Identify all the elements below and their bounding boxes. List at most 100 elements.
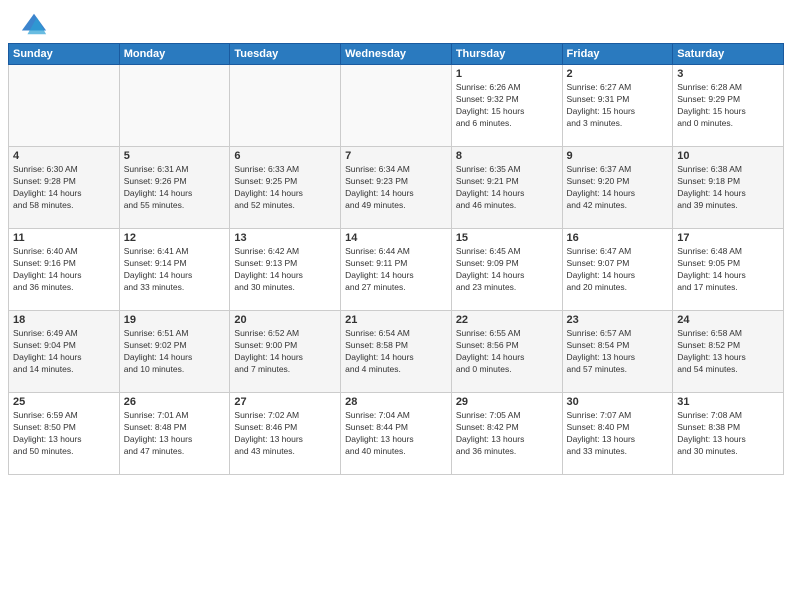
calendar-day-header: Monday (119, 44, 230, 65)
day-number: 14 (345, 232, 447, 244)
day-number: 26 (124, 396, 226, 408)
calendar-wrapper: SundayMondayTuesdayWednesdayThursdayFrid… (0, 43, 792, 475)
day-info: Sunrise: 6:47 AM Sunset: 9:07 PM Dayligh… (567, 246, 669, 294)
day-info: Sunrise: 6:57 AM Sunset: 8:54 PM Dayligh… (567, 328, 669, 376)
day-info: Sunrise: 6:59 AM Sunset: 8:50 PM Dayligh… (13, 410, 115, 458)
day-info: Sunrise: 6:30 AM Sunset: 9:28 PM Dayligh… (13, 164, 115, 212)
calendar-day-cell: 4 Sunrise: 6:30 AM Sunset: 9:28 PM Daylig… (9, 147, 120, 229)
day-info: Sunrise: 6:49 AM Sunset: 9:04 PM Dayligh… (13, 328, 115, 376)
day-number: 17 (677, 232, 779, 244)
calendar-week-row: 4 Sunrise: 6:30 AM Sunset: 9:28 PM Daylig… (9, 147, 784, 229)
day-number: 15 (456, 232, 558, 244)
day-number: 4 (13, 150, 115, 162)
calendar-day-cell: 10Sunrise: 6:38 AM Sunset: 9:18 PM Dayli… (673, 147, 784, 229)
day-number: 5 (124, 150, 226, 162)
day-info: Sunrise: 7:07 AM Sunset: 8:40 PM Dayligh… (567, 410, 669, 458)
calendar-day-cell: 20Sunrise: 6:52 AM Sunset: 9:00 PM Dayli… (230, 311, 341, 393)
day-number: 29 (456, 396, 558, 408)
calendar-day-header: Wednesday (341, 44, 452, 65)
day-info: Sunrise: 7:01 AM Sunset: 8:48 PM Dayligh… (124, 410, 226, 458)
calendar-day-cell: 21 Sunrise: 6:54 AM Sunset: 8:58 PM Dayli… (341, 311, 452, 393)
calendar-day-cell: 8 Sunrise: 6:35 AM Sunset: 9:21 PM Daylig… (451, 147, 562, 229)
day-info: Sunrise: 6:28 AM Sunset: 9:29 PM Dayligh… (677, 82, 779, 130)
day-number: 1 (456, 68, 558, 80)
calendar-day-cell: 29 Sunrise: 7:05 AM Sunset: 8:42 PM Dayli… (451, 393, 562, 475)
logo-icon (20, 10, 48, 38)
day-number: 27 (234, 396, 336, 408)
day-number: 7 (345, 150, 447, 162)
day-info: Sunrise: 7:04 AM Sunset: 8:44 PM Dayligh… (345, 410, 447, 458)
calendar-day-cell: 15 Sunrise: 6:45 AM Sunset: 9:09 PM Dayli… (451, 229, 562, 311)
calendar-day-header: Sunday (9, 44, 120, 65)
day-number: 31 (677, 396, 779, 408)
day-info: Sunrise: 7:08 AM Sunset: 8:38 PM Dayligh… (677, 410, 779, 458)
calendar-day-cell (341, 65, 452, 147)
calendar-day-cell: 30 Sunrise: 7:07 AM Sunset: 8:40 PM Dayli… (562, 393, 673, 475)
day-number: 9 (567, 150, 669, 162)
calendar-day-cell (230, 65, 341, 147)
day-info: Sunrise: 6:51 AM Sunset: 9:02 PM Dayligh… (124, 328, 226, 376)
day-info: Sunrise: 6:26 AM Sunset: 9:32 PM Dayligh… (456, 82, 558, 130)
day-number: 12 (124, 232, 226, 244)
calendar-day-cell: 11Sunrise: 6:40 AM Sunset: 9:16 PM Dayli… (9, 229, 120, 311)
calendar-day-cell: 13Sunrise: 6:42 AM Sunset: 9:13 PM Dayli… (230, 229, 341, 311)
calendar-day-header: Tuesday (230, 44, 341, 65)
calendar-day-cell: 23Sunrise: 6:57 AM Sunset: 8:54 PM Dayli… (562, 311, 673, 393)
calendar-day-cell: 6Sunrise: 6:33 AM Sunset: 9:25 PM Daylig… (230, 147, 341, 229)
day-number: 20 (234, 314, 336, 326)
day-info: Sunrise: 6:27 AM Sunset: 9:31 PM Dayligh… (567, 82, 669, 130)
day-info: Sunrise: 7:05 AM Sunset: 8:42 PM Dayligh… (456, 410, 558, 458)
calendar-day-cell: 31 Sunrise: 7:08 AM Sunset: 8:38 PM Dayli… (673, 393, 784, 475)
calendar-day-header: Saturday (673, 44, 784, 65)
day-number: 21 (345, 314, 447, 326)
day-number: 19 (124, 314, 226, 326)
calendar-day-cell: 17 Sunrise: 6:48 AM Sunset: 9:05 PM Dayli… (673, 229, 784, 311)
calendar-week-row: 18 Sunrise: 6:49 AM Sunset: 9:04 PM Dayli… (9, 311, 784, 393)
calendar-day-cell: 14 Sunrise: 6:44 AM Sunset: 9:11 PM Dayli… (341, 229, 452, 311)
day-info: Sunrise: 6:48 AM Sunset: 9:05 PM Dayligh… (677, 246, 779, 294)
day-number: 8 (456, 150, 558, 162)
calendar-day-cell: 18 Sunrise: 6:49 AM Sunset: 9:04 PM Dayli… (9, 311, 120, 393)
day-info: Sunrise: 6:33 AM Sunset: 9:25 PM Dayligh… (234, 164, 336, 212)
calendar-week-row: 1 Sunrise: 6:26 AM Sunset: 9:32 PM Daylig… (9, 65, 784, 147)
day-number: 22 (456, 314, 558, 326)
calendar-day-cell (119, 65, 230, 147)
calendar-day-header: Friday (562, 44, 673, 65)
day-number: 30 (567, 396, 669, 408)
calendar-day-cell: 26 Sunrise: 7:01 AM Sunset: 8:48 PM Dayli… (119, 393, 230, 475)
day-number: 3 (677, 68, 779, 80)
calendar-week-row: 25 Sunrise: 6:59 AM Sunset: 8:50 PM Dayli… (9, 393, 784, 475)
day-info: Sunrise: 6:44 AM Sunset: 9:11 PM Dayligh… (345, 246, 447, 294)
day-info: Sunrise: 6:41 AM Sunset: 9:14 PM Dayligh… (124, 246, 226, 294)
day-number: 18 (13, 314, 115, 326)
calendar-day-cell: 12 Sunrise: 6:41 AM Sunset: 9:14 PM Dayli… (119, 229, 230, 311)
day-info: Sunrise: 6:31 AM Sunset: 9:26 PM Dayligh… (124, 164, 226, 212)
calendar-day-header: Thursday (451, 44, 562, 65)
day-info: Sunrise: 6:34 AM Sunset: 9:23 PM Dayligh… (345, 164, 447, 212)
day-info: Sunrise: 6:54 AM Sunset: 8:58 PM Dayligh… (345, 328, 447, 376)
calendar-table: SundayMondayTuesdayWednesdayThursdayFrid… (8, 43, 784, 475)
day-number: 16 (567, 232, 669, 244)
calendar-day-cell: 2 Sunrise: 6:27 AM Sunset: 9:31 PM Daylig… (562, 65, 673, 147)
day-info: Sunrise: 6:58 AM Sunset: 8:52 PM Dayligh… (677, 328, 779, 376)
calendar-day-cell: 9 Sunrise: 6:37 AM Sunset: 9:20 PM Daylig… (562, 147, 673, 229)
day-number: 13 (234, 232, 336, 244)
calendar-day-cell: 16 Sunrise: 6:47 AM Sunset: 9:07 PM Dayli… (562, 229, 673, 311)
day-info: Sunrise: 6:37 AM Sunset: 9:20 PM Dayligh… (567, 164, 669, 212)
calendar-day-cell: 1 Sunrise: 6:26 AM Sunset: 9:32 PM Daylig… (451, 65, 562, 147)
calendar-day-cell: 5 Sunrise: 6:31 AM Sunset: 9:26 PM Daylig… (119, 147, 230, 229)
day-number: 28 (345, 396, 447, 408)
day-info: Sunrise: 6:40 AM Sunset: 9:16 PM Dayligh… (13, 246, 115, 294)
day-number: 25 (13, 396, 115, 408)
day-number: 10 (677, 150, 779, 162)
calendar-day-cell: 19 Sunrise: 6:51 AM Sunset: 9:02 PM Dayli… (119, 311, 230, 393)
day-info: Sunrise: 6:35 AM Sunset: 9:21 PM Dayligh… (456, 164, 558, 212)
day-info: Sunrise: 6:45 AM Sunset: 9:09 PM Dayligh… (456, 246, 558, 294)
calendar-day-cell (9, 65, 120, 147)
day-number: 2 (567, 68, 669, 80)
calendar-day-cell: 28 Sunrise: 7:04 AM Sunset: 8:44 PM Dayli… (341, 393, 452, 475)
calendar-day-cell: 7 Sunrise: 6:34 AM Sunset: 9:23 PM Daylig… (341, 147, 452, 229)
page-header (0, 0, 792, 43)
calendar-day-cell: 3 Sunrise: 6:28 AM Sunset: 9:29 PM Daylig… (673, 65, 784, 147)
calendar-day-cell: 24Sunrise: 6:58 AM Sunset: 8:52 PM Dayli… (673, 311, 784, 393)
